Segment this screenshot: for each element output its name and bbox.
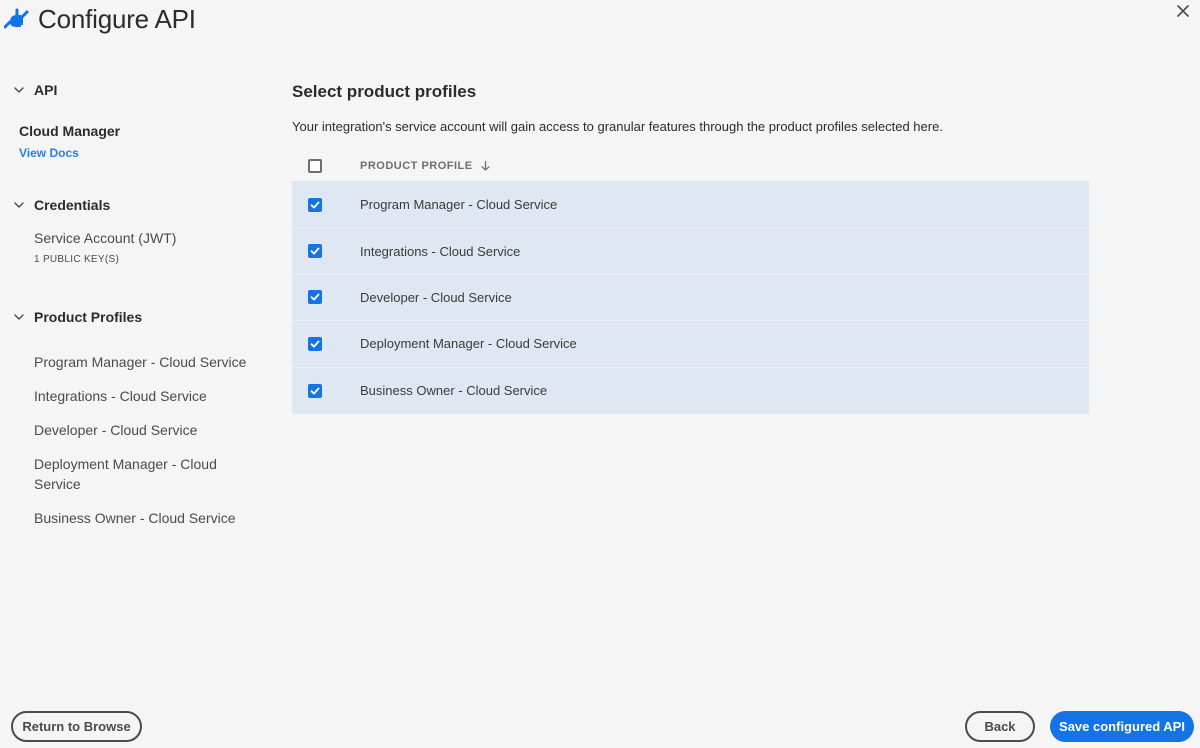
- api-name: Cloud Manager: [19, 123, 121, 139]
- view-docs-link[interactable]: View Docs: [19, 146, 79, 160]
- section-toggle-credentials[interactable]: Credentials: [0, 195, 270, 215]
- row-label: Program Manager - Cloud Service: [360, 197, 558, 213]
- credential-name[interactable]: Service Account (JWT): [34, 230, 176, 246]
- back-button[interactable]: Back: [965, 711, 1035, 742]
- row-label: Integrations - Cloud Service: [360, 243, 521, 259]
- table-row[interactable]: Integrations - Cloud Service: [292, 228, 1089, 275]
- chevron-down-icon: [14, 87, 24, 93]
- sidebar-item-integrations[interactable]: Integrations - Cloud Service: [34, 386, 249, 406]
- plug-icon: [4, 8, 29, 29]
- header: Configure API: [0, 0, 1200, 40]
- table-row[interactable]: Deployment Manager - Cloud Service: [292, 321, 1089, 368]
- section-title: Select product profiles: [292, 82, 477, 101]
- row-checkbox[interactable]: [308, 290, 322, 305]
- close-icon: [1177, 5, 1189, 17]
- sidebar-item-business-owner[interactable]: Business Owner - Cloud Service: [34, 508, 249, 528]
- section-toggle-api[interactable]: API: [0, 80, 270, 100]
- arrow-down-icon: [480, 160, 490, 171]
- checkmark-icon: [310, 247, 320, 255]
- table-row[interactable]: Program Manager - Cloud Service: [292, 182, 1089, 229]
- save-configured-api-button[interactable]: Save configured API: [1050, 711, 1194, 742]
- section-label-product-profiles: Product Profiles: [34, 309, 143, 325]
- row-checkbox[interactable]: [308, 244, 322, 259]
- row-checkbox[interactable]: [308, 336, 322, 351]
- page-title: Configure API: [38, 4, 196, 34]
- chevron-down-icon: [14, 314, 24, 320]
- row-checkbox[interactable]: [308, 197, 322, 212]
- row-checkbox[interactable]: [308, 383, 322, 398]
- sidebar-section-api: API: [0, 80, 270, 100]
- select-all-checkbox[interactable]: [308, 158, 322, 173]
- row-label: Developer - Cloud Service: [360, 289, 512, 305]
- close-button[interactable]: [1172, 0, 1194, 22]
- sidebar-section-product-profiles: Product Profiles: [0, 307, 270, 327]
- checkmark-icon: [310, 387, 320, 395]
- credential-public-keys: 1 PUBLIC KEY(S): [34, 254, 120, 265]
- sidebar-item-program-manager[interactable]: Program Manager - Cloud Service: [34, 352, 249, 372]
- row-label: Business Owner - Cloud Service: [360, 383, 548, 399]
- product-profile-table: PRODUCT PROFILE Program Manager - Cloud …: [292, 150, 1089, 414]
- sidebar-item-developer[interactable]: Developer - Cloud Service: [34, 420, 249, 440]
- sidebar-section-credentials: Credentials: [0, 195, 270, 215]
- sidebar-item-deployment-manager[interactable]: Deployment Manager - Cloud Service: [34, 454, 249, 494]
- table-header: PRODUCT PROFILE: [292, 150, 1089, 182]
- table-row[interactable]: Business Owner - Cloud Service: [292, 367, 1089, 414]
- checkmark-icon: [310, 340, 320, 348]
- sidebar-profile-list: Program Manager - Cloud Service Integrat…: [34, 352, 249, 542]
- table-row[interactable]: Developer - Cloud Service: [292, 274, 1089, 322]
- section-description: Your integration's service account will …: [292, 119, 943, 134]
- section-label-api: API: [34, 82, 58, 98]
- row-label: Deployment Manager - Cloud Service: [360, 336, 577, 352]
- section-toggle-product-profiles[interactable]: Product Profiles: [0, 307, 270, 327]
- section-label-credentials: Credentials: [34, 197, 111, 213]
- checkmark-icon: [310, 201, 320, 209]
- checkmark-icon: [310, 293, 320, 301]
- column-header-label: PRODUCT PROFILE: [360, 159, 473, 172]
- return-to-browse-button[interactable]: Return to Browse: [11, 711, 142, 742]
- chevron-down-icon: [14, 202, 24, 208]
- column-header-product-profile[interactable]: PRODUCT PROFILE: [360, 160, 490, 172]
